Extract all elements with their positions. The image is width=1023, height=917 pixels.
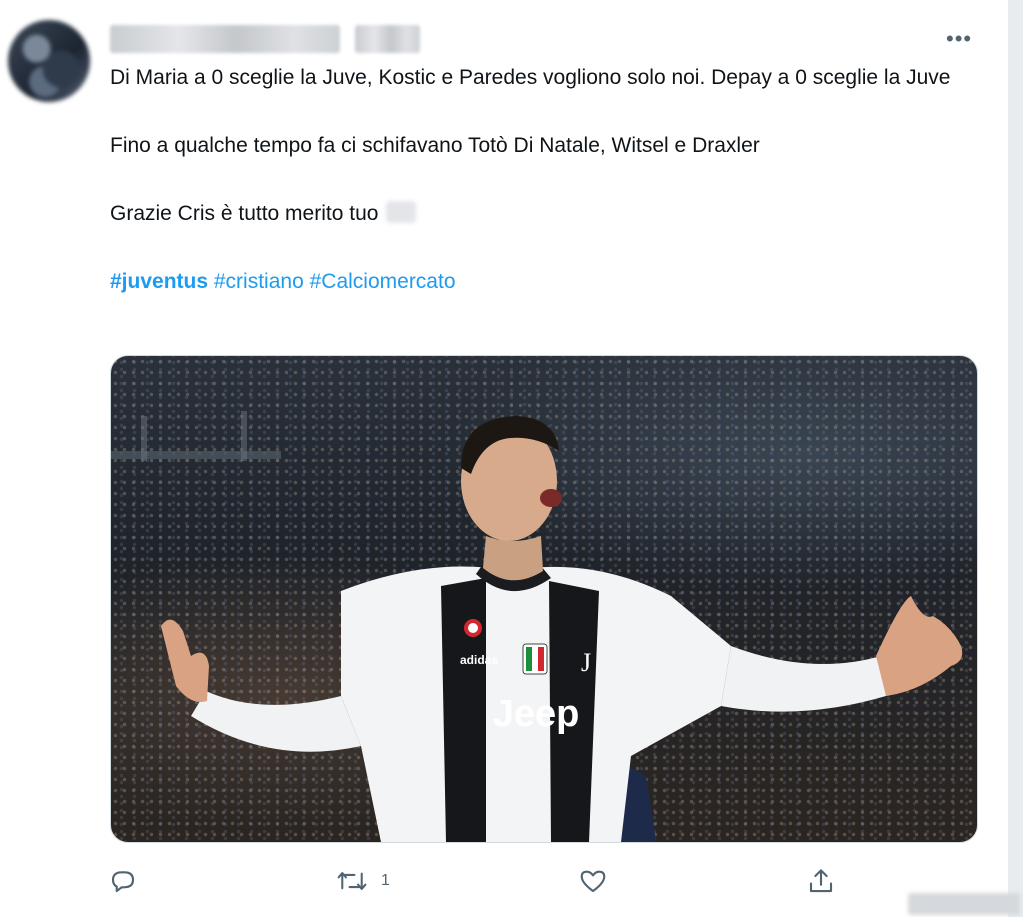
emoji-redacted bbox=[386, 201, 417, 223]
watermark-redacted bbox=[908, 893, 1020, 915]
hashtag-link-calciomercato[interactable]: #Calciomercato bbox=[310, 270, 456, 293]
heart-icon bbox=[580, 870, 606, 893]
tweet-paragraph-text: Grazie Cris è tutto merito tuo bbox=[110, 202, 379, 225]
reply-icon bbox=[111, 871, 135, 893]
retweet-button[interactable]: 1 bbox=[335, 866, 390, 896]
tweet-paragraph: Fino a qualche tempo fa ci schifavano To… bbox=[110, 134, 760, 157]
avatar[interactable] bbox=[8, 20, 90, 102]
tweet-paragraph: Grazie Cris è tutto merito tuo bbox=[110, 198, 970, 230]
shirt-sponsor-text: Jeep bbox=[493, 693, 580, 735]
like-button[interactable] bbox=[578, 866, 608, 896]
retweet-icon bbox=[337, 872, 367, 890]
hashtag-link-juventus[interactable]: #juventus bbox=[110, 270, 208, 293]
hashtag-link-cristiano[interactable]: #cristiano bbox=[214, 270, 304, 293]
tweet-photo[interactable]: Jeep adidas J bbox=[110, 355, 978, 843]
tweet-actions: 1 bbox=[0, 866, 1008, 898]
author-name-redacted[interactable] bbox=[110, 25, 340, 53]
svg-text:J: J bbox=[581, 648, 591, 677]
hashtag-row: #juventus #cristiano #Calciomercato bbox=[110, 266, 970, 298]
player-illustration: Jeep adidas J bbox=[111, 411, 963, 842]
reply-button[interactable] bbox=[108, 866, 138, 896]
share-icon bbox=[809, 869, 833, 893]
tweet-paragraph: Di Maria a 0 sceglie la Juve, Kostic e P… bbox=[110, 66, 951, 89]
more-options-button[interactable]: ••• bbox=[946, 26, 972, 52]
retweet-count: 1 bbox=[381, 872, 390, 889]
share-button[interactable] bbox=[806, 866, 836, 896]
tweet-text: Di Maria a 0 sceglie la Juve, Kostic e P… bbox=[110, 62, 970, 298]
tweet-card[interactable]: ••• Di Maria a 0 sceglie la Juve, Kostic… bbox=[0, 0, 1008, 917]
timestamp-redacted[interactable] bbox=[355, 25, 420, 53]
shirt-brand-text: adidas bbox=[460, 653, 498, 667]
